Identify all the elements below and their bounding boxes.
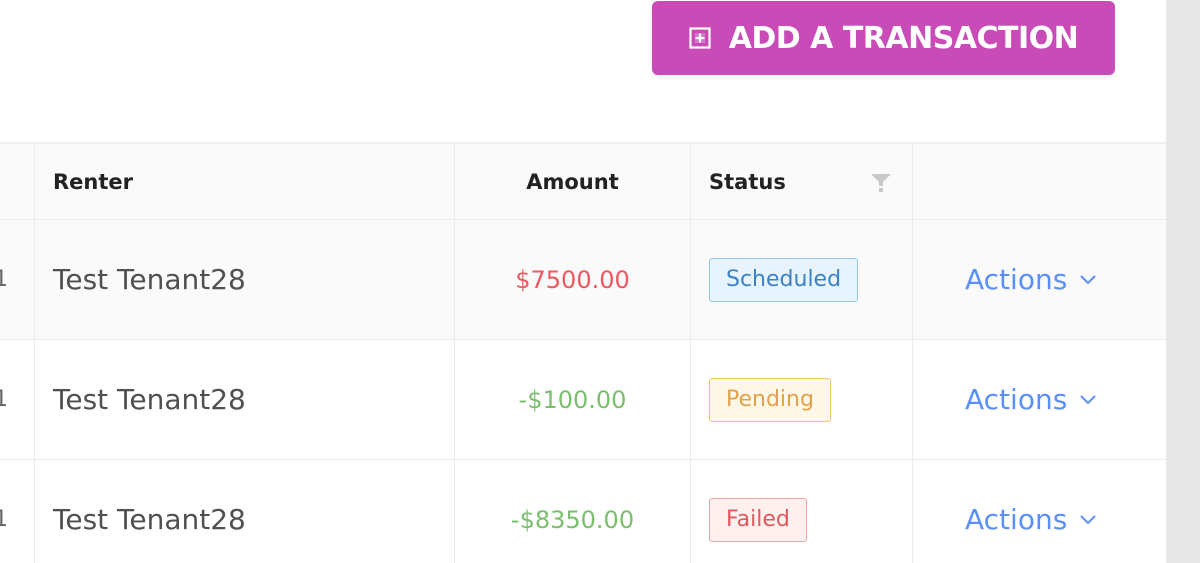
amount-value: -$8350.00 xyxy=(510,505,635,534)
transactions-table: Renter Amount Status 1 Test Tenant28 $75… xyxy=(0,142,1166,563)
column-header-renter: Renter xyxy=(53,169,134,194)
row-edge-cell: 1 xyxy=(0,340,35,459)
add-transaction-label: ADD A TRANSACTION xyxy=(728,20,1079,56)
header-cell-status: Status xyxy=(691,144,913,219)
table-row: 1 Test Tenant28 -$8350.00 Failed Actions xyxy=(0,460,1166,563)
chevron-down-icon xyxy=(1080,514,1096,524)
add-transaction-button[interactable]: ADD A TRANSACTION xyxy=(652,1,1115,75)
column-header-amount: Amount xyxy=(526,169,619,194)
row-edge-text: 1 xyxy=(0,267,8,292)
actions-label: Actions xyxy=(965,383,1068,416)
renter-name: Test Tenant28 xyxy=(53,263,246,296)
amount-value: $7500.00 xyxy=(515,265,630,294)
chevron-down-icon xyxy=(1080,394,1096,404)
row-edge-text: 1 xyxy=(0,507,8,532)
renter-cell: Test Tenant28 xyxy=(35,340,455,459)
renter-name: Test Tenant28 xyxy=(53,383,246,416)
column-header-status: Status xyxy=(709,169,786,194)
table-row: 1 Test Tenant28 -$100.00 Pending Actions xyxy=(0,340,1166,460)
amount-value: -$100.00 xyxy=(518,385,627,414)
status-badge: Pending xyxy=(709,377,831,422)
table-row: 1 Test Tenant28 $7500.00 Scheduled Actio… xyxy=(0,220,1166,340)
actions-cell: Actions xyxy=(913,220,1166,339)
header-cell-actions xyxy=(913,144,1166,219)
status-badge: Scheduled xyxy=(709,257,859,302)
scrollbar[interactable] xyxy=(1166,0,1200,563)
renter-cell: Test Tenant28 xyxy=(35,460,455,563)
header-cell-amount: Amount xyxy=(455,144,691,219)
amount-cell: $7500.00 xyxy=(455,220,691,339)
actions-dropdown[interactable]: Actions xyxy=(965,383,1097,416)
renter-name: Test Tenant28 xyxy=(53,503,246,536)
actions-label: Actions xyxy=(965,503,1068,536)
amount-cell: -$100.00 xyxy=(455,340,691,459)
filter-icon[interactable] xyxy=(870,172,892,194)
renter-cell: Test Tenant28 xyxy=(35,220,455,339)
status-cell: Pending xyxy=(691,340,913,459)
plus-square-icon xyxy=(689,27,711,49)
status-badge: Failed xyxy=(709,497,807,542)
actions-cell: Actions xyxy=(913,460,1166,563)
actions-label: Actions xyxy=(965,263,1068,296)
actions-dropdown[interactable]: Actions xyxy=(965,503,1097,536)
chevron-down-icon xyxy=(1080,274,1096,284)
status-cell: Failed xyxy=(691,460,913,563)
header-cell-edge xyxy=(0,144,35,219)
header-cell-renter: Renter xyxy=(35,144,455,219)
row-edge-cell: 1 xyxy=(0,220,35,339)
status-cell: Scheduled xyxy=(691,220,913,339)
actions-dropdown[interactable]: Actions xyxy=(965,263,1097,296)
row-edge-cell: 1 xyxy=(0,460,35,563)
table-header-row: Renter Amount Status xyxy=(0,142,1166,220)
actions-cell: Actions xyxy=(913,340,1166,459)
amount-cell: -$8350.00 xyxy=(455,460,691,563)
row-edge-text: 1 xyxy=(0,387,8,412)
